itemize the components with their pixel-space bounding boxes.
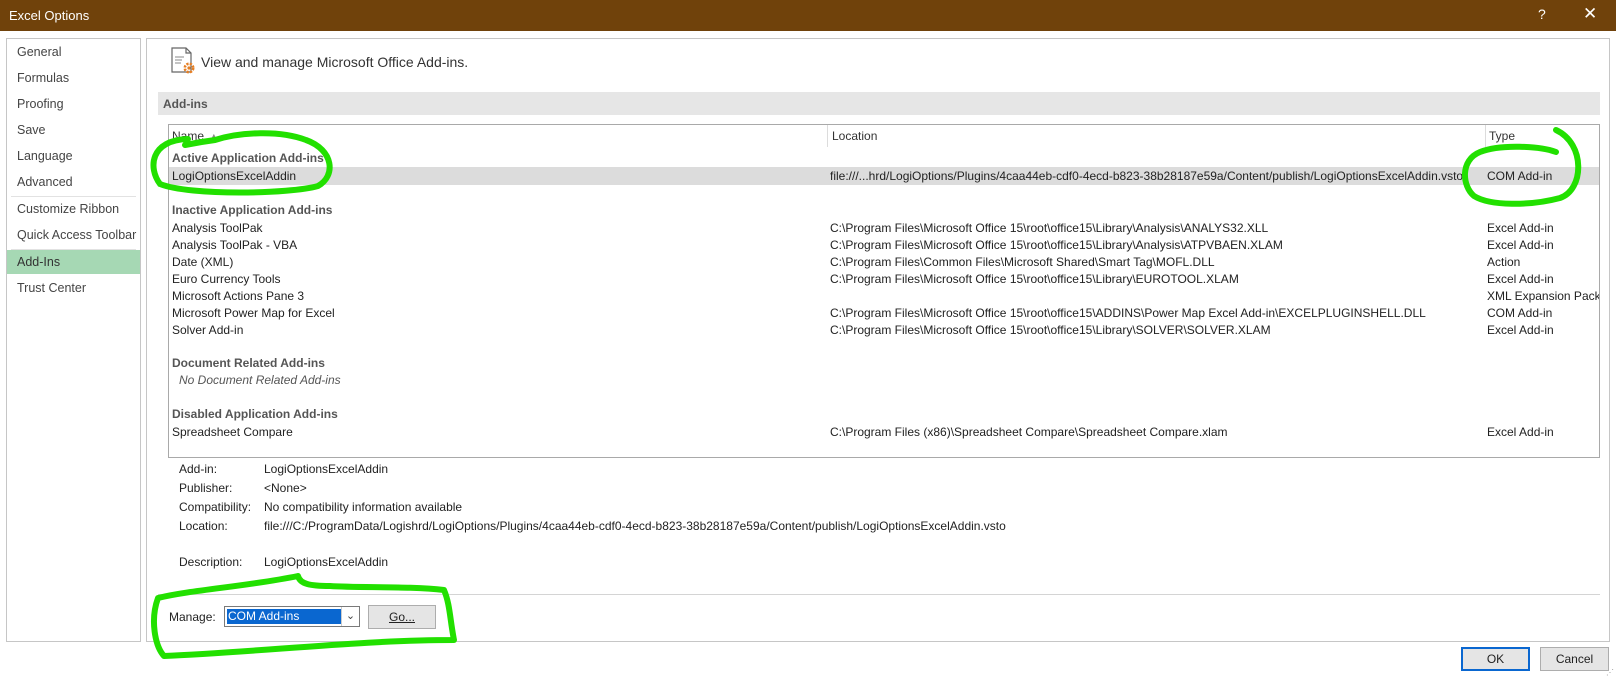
sidebar-item-trust-center[interactable]: Trust Center	[7, 276, 140, 300]
addin-type: XML Expansion Pack	[1487, 289, 1600, 303]
manage-divider	[158, 594, 1600, 595]
sidebar-item-general[interactable]: General	[7, 40, 140, 64]
addin-type: Excel Add-in	[1487, 272, 1554, 286]
addin-name: Solver Add-in	[172, 323, 244, 337]
column-divider[interactable]	[827, 125, 828, 147]
table-row[interactable]: LogiOptionsExcelAddin file:///...hrd/Log…	[169, 167, 1599, 185]
group-header-inactive: Inactive Application Add-ins	[172, 203, 333, 217]
table-row[interactable]: Microsoft Power Map for Excel C:\Program…	[169, 304, 1599, 322]
table-row[interactable]: Date (XML) C:\Program Files\Common Files…	[169, 253, 1599, 271]
addin-location: C:\Program Files\Microsoft Office 15\roo…	[830, 323, 1271, 337]
table-row[interactable]: Analysis ToolPak C:\Program Files\Micros…	[169, 219, 1599, 237]
sidebar: General Formulas Proofing Save Language …	[6, 38, 141, 642]
detail-location-label: Location:	[179, 519, 228, 533]
addin-name: Analysis ToolPak	[172, 221, 263, 235]
addin-type: Excel Add-in	[1487, 425, 1554, 439]
column-name-label: Name	[172, 129, 205, 143]
manage-dropdown-value: COM Add-ins	[227, 609, 341, 624]
section-title: Add-ins	[163, 97, 208, 111]
addin-location: C:\Program Files\Common Files\Microsoft …	[830, 255, 1215, 269]
table-row[interactable]: Analysis ToolPak - VBA C:\Program Files\…	[169, 236, 1599, 254]
addin-name: Analysis ToolPak - VBA	[172, 238, 298, 252]
addin-type: Excel Add-in	[1487, 221, 1554, 235]
detail-publisher-label: Publisher:	[179, 481, 233, 495]
detail-description-value: LogiOptionsExcelAddin	[264, 555, 389, 569]
go-button[interactable]: Go...	[368, 605, 436, 629]
addin-name: Spreadsheet Compare	[172, 425, 293, 439]
sidebar-item-save[interactable]: Save	[7, 118, 140, 142]
column-header-location[interactable]: Location	[832, 129, 877, 143]
detail-addin-value: LogiOptionsExcelAddin	[264, 462, 389, 476]
table-row[interactable]: Euro Currency Tools C:\Program Files\Mic…	[169, 270, 1599, 288]
help-button[interactable]: ?	[1538, 6, 1546, 22]
window-title: Excel Options	[9, 8, 90, 23]
addin-type: Excel Add-in	[1487, 323, 1554, 337]
resize-grip-icon[interactable]: ⋰	[1606, 668, 1614, 677]
addin-location: C:\Program Files (x86)\Spreadsheet Compa…	[830, 425, 1228, 439]
detail-addin-label: Add-in:	[179, 462, 218, 476]
addin-location: C:\Program Files\Microsoft Office 15\roo…	[830, 306, 1426, 320]
group-header-document: Document Related Add-ins	[172, 356, 325, 370]
detail-compatibility-value: No compatibility information available	[264, 500, 463, 514]
manage-dropdown[interactable]: COM Add-ins ⌄	[224, 606, 360, 627]
table-row[interactable]: Spreadsheet Compare C:\Program Files (x8…	[169, 423, 1599, 441]
group-header-disabled: Disabled Application Add-ins	[172, 407, 338, 421]
table-row[interactable]: Solver Add-in C:\Program Files\Microsoft…	[169, 321, 1599, 339]
addins-list[interactable]: Name ▲ Location Type Active Application …	[168, 124, 1600, 458]
column-header-type[interactable]: Type	[1489, 129, 1515, 143]
title-bar: Excel Options ? ✕	[0, 0, 1616, 31]
chevron-down-icon[interactable]: ⌄	[341, 607, 359, 626]
detail-location-value: file:///C:/ProgramData/Logishrd/LogiOpti…	[264, 519, 1006, 533]
addin-location: C:\Program Files\Microsoft Office 15\roo…	[830, 221, 1269, 235]
sidebar-item-proofing[interactable]: Proofing	[7, 92, 140, 116]
detail-description-label: Description:	[179, 555, 243, 569]
section-header: Add-ins	[158, 92, 1600, 115]
column-divider[interactable]	[1485, 125, 1486, 147]
addin-type: COM Add-in	[1487, 306, 1553, 320]
detail-publisher-value: <None>	[264, 481, 307, 495]
sidebar-item-quick-access-toolbar[interactable]: Quick Access Toolbar	[7, 223, 140, 247]
column-header-name[interactable]: Name ▲	[172, 129, 217, 143]
ok-button[interactable]: OK	[1461, 647, 1530, 671]
addin-name: Microsoft Power Map for Excel	[172, 306, 335, 320]
sidebar-item-formulas[interactable]: Formulas	[7, 66, 140, 90]
empty-group-note: No Document Related Add-ins	[179, 373, 341, 387]
addin-name: Euro Currency Tools	[172, 272, 281, 286]
sidebar-item-language[interactable]: Language	[7, 144, 140, 168]
addin-location: C:\Program Files\Microsoft Office 15\roo…	[830, 238, 1283, 252]
group-header-active: Active Application Add-ins	[172, 151, 324, 165]
sidebar-item-add-ins[interactable]: Add-Ins	[7, 250, 140, 274]
addin-type: Action	[1487, 255, 1521, 269]
sidebar-item-advanced[interactable]: Advanced	[7, 170, 140, 194]
addin-name: Microsoft Actions Pane 3	[172, 289, 305, 303]
cancel-button[interactable]: Cancel	[1540, 647, 1609, 671]
sidebar-item-customize-ribbon[interactable]: Customize Ribbon	[7, 197, 140, 221]
detail-compatibility-label: Compatibility:	[179, 500, 252, 514]
addin-type: COM Add-in	[1487, 169, 1553, 183]
addin-type: Excel Add-in	[1487, 238, 1554, 252]
close-button[interactable]: ✕	[1583, 4, 1597, 24]
page-heading: View and manage Microsoft Office Add-ins…	[201, 54, 469, 70]
addin-gear-icon	[171, 47, 195, 74]
addin-location: file:///...hrd/LogiOptions/Plugins/4caa4…	[830, 169, 1464, 183]
table-row[interactable]: Microsoft Actions Pane 3 XML Expansion P…	[169, 287, 1599, 305]
manage-label: Manage:	[169, 610, 216, 624]
addin-name: Date (XML)	[172, 255, 234, 269]
addin-name: LogiOptionsExcelAddin	[172, 169, 297, 183]
sort-ascending-icon: ▲	[210, 133, 218, 140]
addin-location: C:\Program Files\Microsoft Office 15\roo…	[830, 272, 1239, 286]
